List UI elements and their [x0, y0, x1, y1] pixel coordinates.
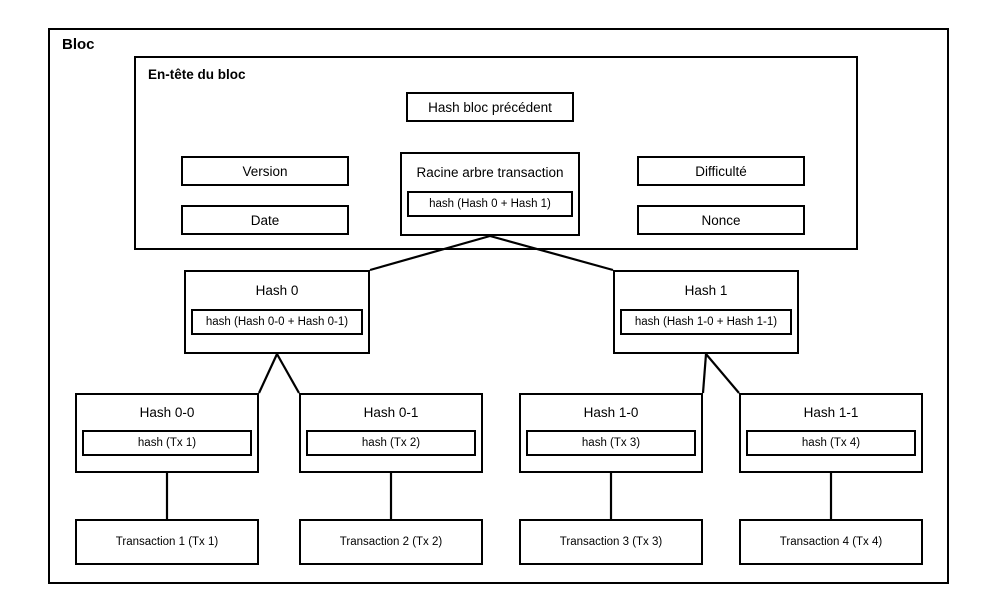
node-hash-0-1: Hash 0-1 hash (Tx 2) — [299, 393, 483, 473]
node-formula: hash (Hash 0 + Hash 1) — [407, 190, 573, 217]
node-hash-1: Hash 1 hash (Hash 1-0 + Hash 1-1) — [613, 270, 799, 354]
node-transaction-3: Transaction 3 (Tx 3) — [519, 519, 703, 565]
node-title: Racine arbre transaction — [416, 165, 564, 180]
field-nonce: Nonce — [637, 205, 805, 235]
node-hash-0: Hash 0 hash (Hash 0-0 + Hash 0-1) — [184, 270, 370, 354]
node-transaction-1: Transaction 1 (Tx 1) — [75, 519, 259, 565]
bloc-title: Bloc — [62, 36, 95, 53]
field-version: Version — [181, 156, 349, 186]
node-title: Hash 0-1 — [363, 405, 419, 420]
node-title: Hash 0-0 — [139, 405, 195, 420]
node-formula: hash (Tx 4) — [746, 429, 916, 456]
node-transaction-2: Transaction 2 (Tx 2) — [299, 519, 483, 565]
node-hash-0-0: Hash 0-0 hash (Tx 1) — [75, 393, 259, 473]
node-formula: hash (Tx 3) — [526, 429, 696, 456]
node-transaction-4: Transaction 4 (Tx 4) — [739, 519, 923, 565]
node-title: Hash 1-1 — [803, 405, 859, 420]
diagram-canvas: Bloc En-tête du bloc Hash bloc précédent… — [0, 0, 997, 611]
node-formula: hash (Tx 2) — [306, 429, 476, 456]
node-formula: hash (Hash 1-0 + Hash 1-1) — [620, 308, 792, 335]
node-hash-1-0: Hash 1-0 hash (Tx 3) — [519, 393, 703, 473]
node-formula: hash (Tx 1) — [82, 429, 252, 456]
node-title: Hash 1 — [684, 283, 728, 298]
field-difficulte: Difficulté — [637, 156, 805, 186]
block-header-title: En-tête du bloc — [148, 67, 246, 82]
field-date: Date — [181, 205, 349, 235]
node-title: Hash 0 — [255, 283, 299, 298]
field-hash-bloc-precedent: Hash bloc précédent — [406, 92, 574, 122]
node-title: Hash 1-0 — [583, 405, 639, 420]
node-hash-1-1: Hash 1-1 hash (Tx 4) — [739, 393, 923, 473]
node-racine-arbre-transaction: Racine arbre transaction hash (Hash 0 + … — [400, 152, 580, 236]
node-formula: hash (Hash 0-0 + Hash 0-1) — [191, 308, 363, 335]
